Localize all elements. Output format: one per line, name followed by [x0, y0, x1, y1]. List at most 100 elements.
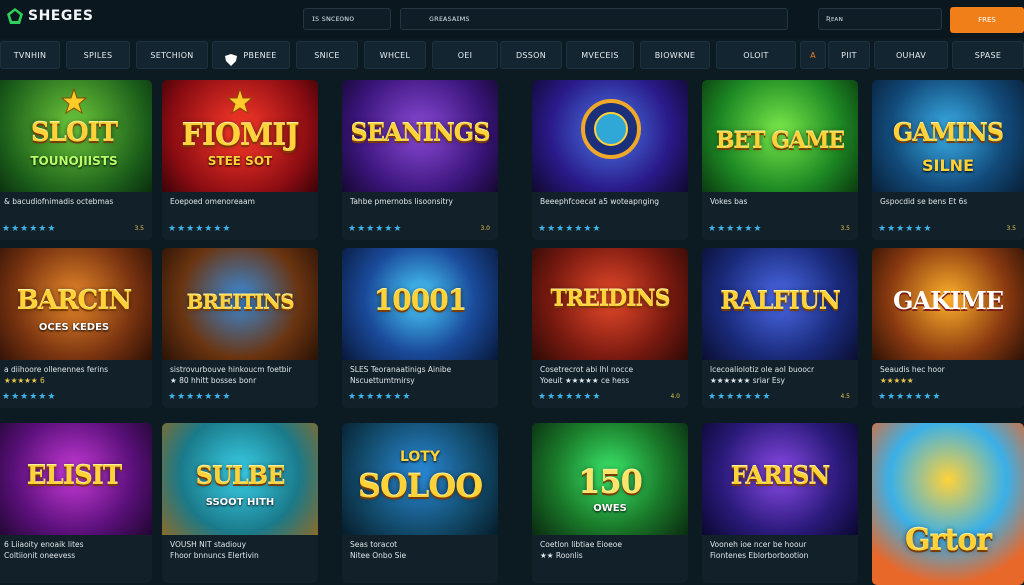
game-description: 6 Liiaoity enoaik lites — [4, 540, 84, 549]
game-description: sistrovurbouve hinkoucm foetbir — [170, 365, 292, 374]
tab-2[interactable]: SETCHION — [136, 41, 208, 69]
tab-10[interactable]: OLOIT — [716, 41, 796, 69]
wheel-icon — [581, 99, 641, 159]
tab-0[interactable]: TVNHIN — [0, 41, 60, 69]
search-input[interactable]: ɢʀᴇᴀꜱᴀɪᴍꜱ — [400, 8, 788, 30]
game-card[interactable]: BARCIN OCES KEDES a diihoore ollenennes … — [0, 248, 152, 408]
game-description: Seaudis hec hoor — [880, 365, 945, 374]
game-title: FIOMIJ — [181, 118, 300, 153]
game-card[interactable]: FIOMIJ STEE SOT Eoepoed omenoreaam ★★★★★… — [162, 80, 318, 240]
game-thumbnail: SLOIT TOUNOJIISTS — [0, 80, 152, 192]
game-card[interactable]: Grtor — [872, 423, 1024, 585]
game-description: Seas toracot — [350, 540, 398, 549]
game-thumbnail: RALFIUN — [702, 248, 858, 360]
tab-4[interactable]: SNICE — [296, 41, 358, 69]
game-thumbnail: FARISN — [702, 423, 858, 535]
rating-stars: ★★★★★★ — [878, 224, 933, 234]
rating-stars: ★★★★★★ — [2, 392, 57, 402]
tab-1[interactable]: SPILES — [66, 41, 130, 69]
game-thumbnail: 10001 — [342, 248, 498, 360]
game-title: GAKIME — [892, 286, 1004, 315]
signup-button[interactable]: FRES — [950, 7, 1024, 33]
game-description-2: ★ 80 hhitt bosses bonr — [170, 376, 257, 385]
game-subtitle: OCES KEDES — [38, 322, 110, 333]
tab-7[interactable]: DSSON — [500, 41, 562, 69]
game-title: FARISN — [730, 461, 831, 490]
logo[interactable]: SHEGES — [6, 7, 94, 25]
game-thumbnail: ELISIT — [0, 423, 152, 535]
game-thumbnail — [532, 80, 688, 192]
game-description: Beeephfcoecat a5 woteapnging — [540, 197, 660, 206]
game-description: lcecoaliolotiz ole aol buoocr — [710, 365, 815, 374]
tab-11[interactable]: A — [800, 41, 826, 69]
game-thumbnail: GAKIME — [872, 248, 1024, 360]
game-card[interactable]: 150 OWES Coetlon libtiae Eioeoe ★★ Roonl… — [532, 423, 688, 583]
game-description: Gspocdid se bens Et 6s — [880, 197, 968, 206]
game-thumbnail: BET GAME — [702, 80, 858, 192]
rating-value: 3.5 — [134, 225, 144, 232]
game-card[interactable]: SEANINGS Tahbe pmernobs lisoonsitry ★★★★… — [342, 80, 498, 240]
rating-stars: ★★★★★★★ — [538, 224, 602, 234]
game-description: a diihoore ollenennes ferins — [4, 365, 108, 374]
star-icon — [227, 88, 253, 114]
game-card[interactable]: LOTY SOLOO Seas toracot Nitee Onbo Sie — [342, 423, 498, 583]
rating-value: 3.5 — [1006, 225, 1016, 232]
game-description-2: ★★★★★ — [880, 376, 914, 385]
category-nav: TVNHIN SPILES SETCHION PBENEE SNICE WHCE… — [0, 38, 1024, 74]
game-card[interactable]: GAMINS SILNE Gspocdid se bens Et 6s ★★★★… — [872, 80, 1024, 240]
rating-stars: ★★★★★★★ — [348, 392, 412, 402]
game-description: Coetlon libtiae Eioeoe — [540, 540, 622, 549]
rating-stars: ★★★★★★ — [2, 224, 57, 234]
game-card[interactable]: SLOIT TOUNOJIISTS & bacudiofnimadis octe… — [0, 80, 152, 240]
game-card[interactable]: FARISN Vooneh ioe ncer be hoour Fiontene… — [702, 423, 858, 583]
game-description: & bacudiofnimadis octebmas — [4, 197, 114, 206]
game-description-2: ★★★★★ 6 — [4, 376, 45, 385]
game-description-2: ★★ Roonlis — [540, 551, 583, 560]
game-description-2: Yoeuit ★★★★★ ce hess — [540, 376, 630, 385]
game-card[interactable]: 10001 SLES Teoranaatinigs Ainibe Nscuett… — [342, 248, 498, 408]
game-card[interactable]: SULBE SSOOT HITH VOUSH NIT stadiouy Fhoo… — [162, 423, 318, 583]
rating-stars: ★★★★★★ — [708, 224, 763, 234]
rating-value: 4.5 — [840, 393, 850, 400]
tab-5[interactable]: WHCEL — [364, 41, 426, 69]
game-title: RALFIUN — [720, 286, 841, 315]
tab-9[interactable]: BIOWKNE — [640, 41, 710, 69]
game-subtitle: TOUNOJIISTS — [30, 154, 118, 168]
game-title: 10001 — [373, 284, 467, 317]
game-description: Vooneh ioe ncer be hoour — [710, 540, 807, 549]
game-thumbnail: LOTY SOLOO — [342, 423, 498, 535]
game-card[interactable]: ELISIT 6 Liiaoity enoaik lites Coltiioni… — [0, 423, 152, 583]
tab-14[interactable]: SPASE — [952, 41, 1024, 69]
game-title: SLOIT — [30, 118, 118, 148]
game-card[interactable]: BREITINS sistrovurbouve hinkoucm foetbir… — [162, 248, 318, 408]
tab-3[interactable]: PBENEE — [212, 41, 290, 69]
game-card[interactable]: GAKIME Seaudis hec hoor ★★★★★ ★★★★★★★ — [872, 248, 1024, 408]
game-description-2: Coltiionit oneevess — [4, 551, 76, 560]
game-thumbnail: TREIDINS — [532, 248, 688, 360]
rating-value: 3.0 — [480, 225, 490, 232]
game-card[interactable]: Beeephfcoecat a5 woteapnging ★★★★★★★ — [532, 80, 688, 240]
game-title: GAMINS — [892, 118, 1004, 147]
game-thumbnail: BARCIN OCES KEDES — [0, 248, 152, 360]
top-bar: SHEGES ɪꜱ ꜱɴᴄᴇᴏɴᴏ ɢʀᴇᴀꜱᴀɪᴍꜱ Ʀᴇᴀɴ FRES — [0, 0, 1024, 38]
tab-6[interactable]: OEI — [432, 41, 498, 69]
game-title: ELISIT — [26, 461, 123, 491]
game-description: Cosetrecrot abi lhl nocce — [540, 365, 634, 374]
game-title: TREIDINS — [550, 286, 670, 312]
tab-8[interactable]: MVECEIS — [566, 41, 634, 69]
game-title: BARCIN — [16, 286, 132, 316]
game-card[interactable]: RALFIUN lcecoaliolotiz ole aol buoocr ★★… — [702, 248, 858, 408]
game-title: Grtor — [904, 523, 992, 558]
filter-input[interactable]: Ʀᴇᴀɴ — [818, 8, 942, 30]
tab-12[interactable]: PIIT — [828, 41, 870, 69]
tab-3-label: PBENEE — [243, 51, 277, 60]
rating-stars: ★★★★★★★ — [168, 392, 232, 402]
game-card[interactable]: BET GAME Vokes bas ★★★★★★ 3.5 — [702, 80, 858, 240]
region-select[interactable]: ɪꜱ ꜱɴᴄᴇᴏɴᴏ — [303, 8, 391, 30]
game-title: SULBE — [195, 461, 286, 490]
game-card[interactable]: TREIDINS Cosetrecrot abi lhl nocce Yoeui… — [532, 248, 688, 408]
game-description-2: Nitee Onbo Sie — [350, 551, 407, 560]
shield-icon — [225, 50, 238, 66]
rating-stars: ★★★★★★ — [348, 224, 403, 234]
tab-13[interactable]: OUHAV — [874, 41, 948, 69]
